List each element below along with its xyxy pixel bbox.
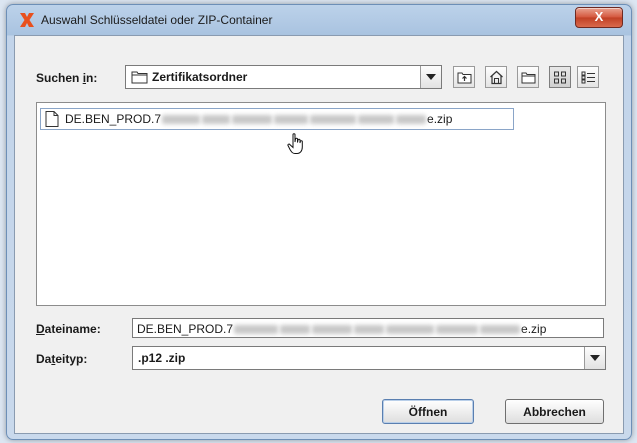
title-bar[interactable]: Auswahl Schlüsseldatei oder ZIP-Containe… (7, 5, 631, 35)
dialog-client-area: Suchen in: Zertifikatsordner DE.BEN_PROD… (14, 35, 624, 434)
filetype-label: Dateityp: (36, 352, 88, 366)
hand-pointer-cursor-icon (287, 133, 305, 158)
filetype-combobox[interactable]: .p12 .zip (132, 346, 606, 370)
open-button[interactable]: Öffnen (382, 399, 474, 424)
filename-label: Dateiname: (36, 322, 101, 336)
list-item[interactable]: DE.BEN_PROD.7 e.zip (40, 108, 514, 130)
list-view-button[interactable] (549, 66, 571, 88)
home-icon (490, 70, 503, 85)
filename-input[interactable]: DE.BEN_PROD.7 e.zip (132, 318, 604, 338)
search-in-dropdown-button[interactable] (420, 66, 441, 88)
new-folder-icon (521, 72, 536, 84)
search-in-label: Suchen in: (36, 71, 98, 85)
up-one-level-button[interactable] (453, 66, 475, 88)
window-title: Auswahl Schlüsseldatei oder ZIP-Containe… (41, 13, 273, 27)
close-icon: X (594, 9, 604, 24)
filetype-dropdown-button[interactable] (584, 347, 605, 369)
new-folder-button[interactable] (517, 66, 539, 88)
search-in-combobox[interactable]: Zertifikatsordner (125, 65, 442, 89)
selected-folder: Zertifikatsordner (152, 70, 248, 84)
cancel-button[interactable]: Abbrechen (505, 399, 604, 424)
details-view-button[interactable] (577, 66, 599, 88)
dialog-window: Auswahl Schlüsseldatei oder ZIP-Containe… (6, 4, 632, 440)
up-one-level-icon (457, 72, 472, 84)
app-logo-icon (19, 12, 35, 28)
home-button[interactable] (485, 66, 507, 88)
details-view-icon (581, 71, 595, 84)
folder-icon (131, 70, 148, 87)
filename-value: DE.BEN_PROD.7 e.zip (137, 322, 547, 336)
file-icon (45, 111, 59, 130)
filetype-value: .p12 .zip (138, 351, 186, 365)
close-button[interactable]: X (575, 7, 623, 28)
file-name: DE.BEN_PROD.7 e.zip (65, 112, 453, 126)
list-view-icon (554, 71, 566, 84)
file-list[interactable]: DE.BEN_PROD.7 e.zip (36, 102, 606, 306)
